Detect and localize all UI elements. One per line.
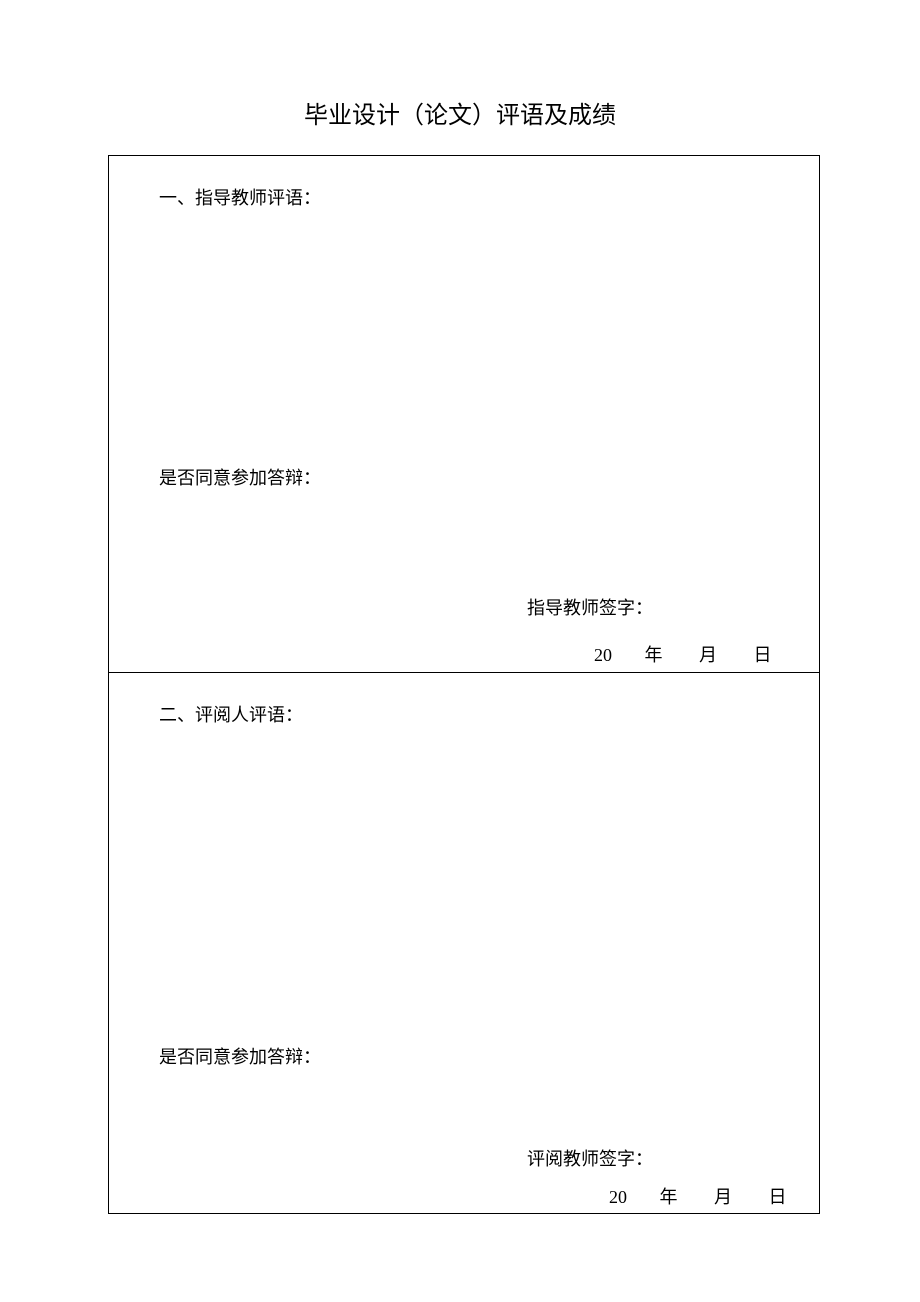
page-title: 毕业设计（论文）评语及成绩 xyxy=(0,0,920,155)
section-1-date-line: 20 年 月 日 xyxy=(594,641,772,667)
date-day-label: 日 xyxy=(769,1183,787,1209)
section-1-heading: 一、指导教师评语： xyxy=(159,184,799,210)
section-1-agree-defense-label: 是否同意参加答辩： xyxy=(159,464,321,490)
date-year-label: 年 xyxy=(645,641,663,667)
section-2-agree-defense-label: 是否同意参加答辩： xyxy=(159,1043,321,1069)
section-2-heading: 二、评阅人评语： xyxy=(159,701,799,727)
advisor-signature-label: 指导教师签字： xyxy=(527,594,653,620)
reviewer-signature-label: 评阅教师签字： xyxy=(527,1145,653,1171)
date-year-label: 年 xyxy=(660,1183,678,1209)
date-month-label: 月 xyxy=(699,641,717,667)
section-2-date-line: 20 年 月 日 xyxy=(609,1183,787,1209)
date-day-label: 日 xyxy=(754,641,772,667)
date-prefix: 20 xyxy=(609,1187,627,1208)
date-prefix: 20 xyxy=(594,645,612,666)
section-advisor-comments: 一、指导教师评语： 是否同意参加答辩： 指导教师签字： 20 年 月 日 xyxy=(109,156,819,673)
section-reviewer-comments: 二、评阅人评语： 是否同意参加答辩： 评阅教师签字： 20 年 月 日 xyxy=(109,673,819,1213)
evaluation-form: 一、指导教师评语： 是否同意参加答辩： 指导教师签字： 20 年 月 日 二、评… xyxy=(108,155,820,1214)
date-month-label: 月 xyxy=(714,1183,732,1209)
